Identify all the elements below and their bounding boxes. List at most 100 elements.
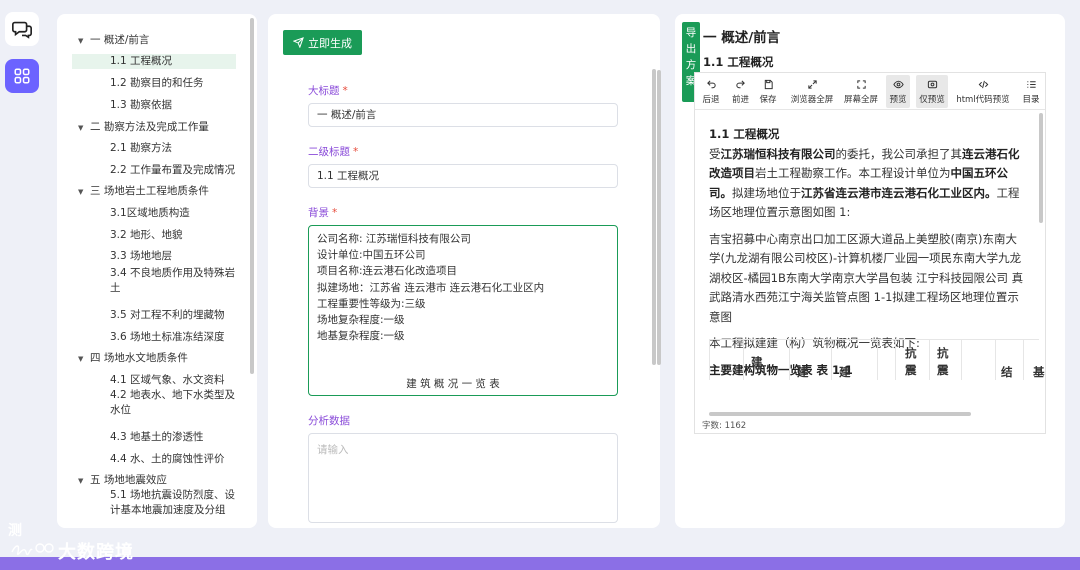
title-input[interactable]: 一 概述/前言 [308, 103, 618, 127]
tree-label: 2.2 工作量布置及完成情况 [110, 164, 236, 176]
toolbar-button-label: 预览 [889, 95, 907, 105]
tree-label: 3.3 场地地层 [110, 250, 173, 262]
tree-label: 4.2 地表水、地下水类型及水位 [110, 389, 236, 416]
generate-button[interactable]: 立即生成 [283, 30, 362, 55]
redo-icon [728, 75, 753, 93]
background-line: 场地复杂程度:一级 [317, 314, 405, 327]
tree-label: 5.1 场地抗震设防烈度、设计基本地震加速度及分组 [110, 489, 236, 516]
tree-label: 4.3 地基土的渗透性 [110, 431, 204, 443]
toolbar-button-label: 保存 [759, 95, 777, 105]
background-line [317, 360, 609, 376]
tree-section[interactable]: ▼ 四 场地水文地质条件 [78, 351, 188, 367]
toolbar-button-label: 屏幕全屏 [843, 95, 878, 105]
tree-item[interactable]: 3.2 地形、地貌 [110, 228, 238, 243]
watermark: 测 大数跨境 [8, 520, 148, 563]
background-line [317, 344, 609, 360]
tree-section[interactable]: ▼ 二 勘察方法及完成工作量 [78, 120, 209, 136]
watermark-text: 大数跨境 [58, 542, 134, 563]
tree-label: 2.1 勘察方法 [110, 142, 173, 154]
toc-icon [1019, 75, 1043, 93]
content-title: 1.1 工程概况 [709, 127, 780, 141]
tree-item[interactable]: 3.1区域地质构造 [110, 206, 238, 221]
tree-item[interactable]: 1.3 勘察依据 [110, 98, 238, 113]
title-label: 大标题 * [308, 85, 348, 97]
chat-button[interactable] [5, 12, 39, 46]
tree-item[interactable]: 2.1 勘察方法 [110, 141, 238, 156]
tree-label: 一 概述/前言 [90, 34, 150, 46]
toolbar-button-redo[interactable]: 前进 [728, 75, 753, 108]
toolbar-button-browser-fullscreen[interactable]: 浏览器全屏 [787, 75, 837, 108]
background-textarea[interactable]: 公司名称: 江苏瑞恒科技有限公司 设计单位:中国五环公司 项目名称:连云港石化改造项… [308, 225, 618, 396]
tree-item[interactable]: 2.2 工作量布置及完成情况 [110, 163, 238, 178]
toolbar-button-label: html代码预览 [956, 95, 1010, 105]
editor-toolbar: 后退 前进 保存 浏览器全屏 屏幕全屏 预览 仅预览 html代码预览 目录 [695, 73, 1045, 110]
tree-item[interactable]: 4.4 水、土的腐蚀性评价 [110, 452, 238, 467]
subtitle-input[interactable]: 1.1 工程概况 [308, 164, 618, 188]
toolbar-button-preview-only[interactable]: 仅预览 [916, 75, 948, 108]
tree-label: 4.4 水、土的腐蚀性评价 [110, 453, 225, 465]
save-icon [757, 75, 779, 93]
send-icon [293, 37, 304, 48]
expand-arrow-icon[interactable]: ▼ [78, 34, 90, 49]
chat-bubbles-icon [12, 21, 32, 39]
toolbar-button-eye[interactable]: 预览 [886, 75, 910, 108]
form-outer-scrollbar[interactable] [657, 70, 661, 365]
analysis-textarea[interactable]: 请输入 [308, 433, 618, 523]
tree-label: 3.1区域地质构造 [110, 207, 190, 219]
bottom-bar [0, 557, 1080, 570]
tree-item[interactable]: 3.5 对工程不利的埋藏物 [110, 308, 238, 323]
table-header-cell: 建 [797, 365, 809, 379]
expand-arrow-icon[interactable]: ▼ [78, 352, 90, 367]
expand-arrow-icon[interactable]: ▼ [78, 185, 90, 200]
background-line: 项目名称:连云港石化改造项目 [317, 265, 458, 278]
tree-section[interactable]: ▼ 三 场地岩土工程地质条件 [78, 184, 209, 200]
toolbar-button-screen-fullscreen[interactable]: 屏幕全屏 [841, 75, 881, 108]
tree-label: 3.5 对工程不利的埋藏物 [110, 309, 225, 321]
tree-item[interactable]: 4.3 地基土的渗透性 [110, 430, 238, 445]
tree-label: 3.4 不良地质作用及特殊岩土 [110, 267, 236, 294]
tree-item[interactable]: 3.4 不良地质作用及特殊岩土 [110, 266, 238, 296]
toolbar-button-label: 后退 [702, 95, 720, 105]
editor-vertical-scrollbar[interactable] [1039, 113, 1043, 223]
tree-label: 3.6 场地土标准冻结深度 [110, 331, 225, 343]
preview-panel: 导出方案 一 概述/前言 1.1 工程概况 后退 前进 保存 浏览器全屏 屏幕全屏 预览仅… [675, 14, 1065, 528]
tree-item[interactable]: 4.1 区域气象、水文资料 [110, 373, 238, 388]
tree-item[interactable]: 3.6 场地土标准冻结深度 [110, 330, 238, 345]
editor-horizontal-scrollbar[interactable] [709, 412, 971, 416]
markdown-editor: 后退 前进 保存 浏览器全屏 屏幕全屏 预览 仅预览 html代码预览 目录 1.1 工程概况 … [694, 72, 1046, 434]
expand-arrow-icon[interactable]: ▼ [78, 474, 90, 489]
tree-item[interactable]: 1.2 勘察目的和任务 [110, 76, 238, 91]
tree-section[interactable]: ▼ 五 场地地震效应 [78, 473, 167, 489]
apps-button[interactable] [5, 59, 39, 93]
tree-scrollbar[interactable] [250, 18, 254, 374]
background-line: 工程重要性等级为:三级 [317, 297, 426, 310]
tree-label: 4.1 区域气象、水文资料 [110, 374, 225, 386]
app-sidebar [0, 0, 46, 557]
tree-label: 五 场地地震效应 [90, 474, 167, 486]
tree-item[interactable]: 1.1 工程概况 [72, 54, 236, 69]
word-count: 字数: 1162 [702, 421, 747, 431]
code-icon [953, 75, 1013, 93]
table-header-cell: 抗震 [937, 346, 949, 377]
expand-arrow-icon[interactable]: ▼ [78, 121, 90, 136]
toolbar-button-label: 前进 [731, 95, 749, 105]
toolbar-button-label: 浏览器全屏 [790, 95, 834, 105]
form-scrollbar[interactable] [652, 69, 656, 365]
background-line: 建 筑 概 况 一 览 表 [406, 378, 500, 391]
toolbar-button-code[interactable]: html代码预览 [953, 75, 1013, 108]
generate-button-label: 立即生成 [308, 36, 352, 50]
tree-item[interactable]: 4.2 地表水、地下水类型及水位 [110, 388, 238, 418]
tree-item[interactable]: 5.1 场地抗震设防烈度、设计基本地震加速度及分组 [110, 488, 238, 518]
toolbar-button-save[interactable]: 保存 [757, 75, 779, 108]
analysis-label: 分析数据 [308, 415, 350, 427]
preview-heading-1: 一 概述/前言 [703, 30, 781, 46]
tree-label: 三 场地岩土工程地质条件 [90, 185, 209, 197]
background-line: 公司名称: 江苏瑞恒科技有限公司 [317, 233, 471, 245]
table-header-cell: 建 [839, 365, 851, 379]
toolbar-button-toc[interactable]: 目录 [1019, 75, 1043, 108]
tree-section[interactable]: ▼ 一 概述/前言 [78, 33, 149, 49]
toolbar-button-undo[interactable]: 后退 [700, 75, 722, 108]
tree-label: 1.1 工程概况 [110, 55, 173, 67]
tree-label: 四 场地水文地质条件 [90, 352, 188, 364]
tree-item[interactable]: 3.3 场地地层 [110, 249, 238, 264]
